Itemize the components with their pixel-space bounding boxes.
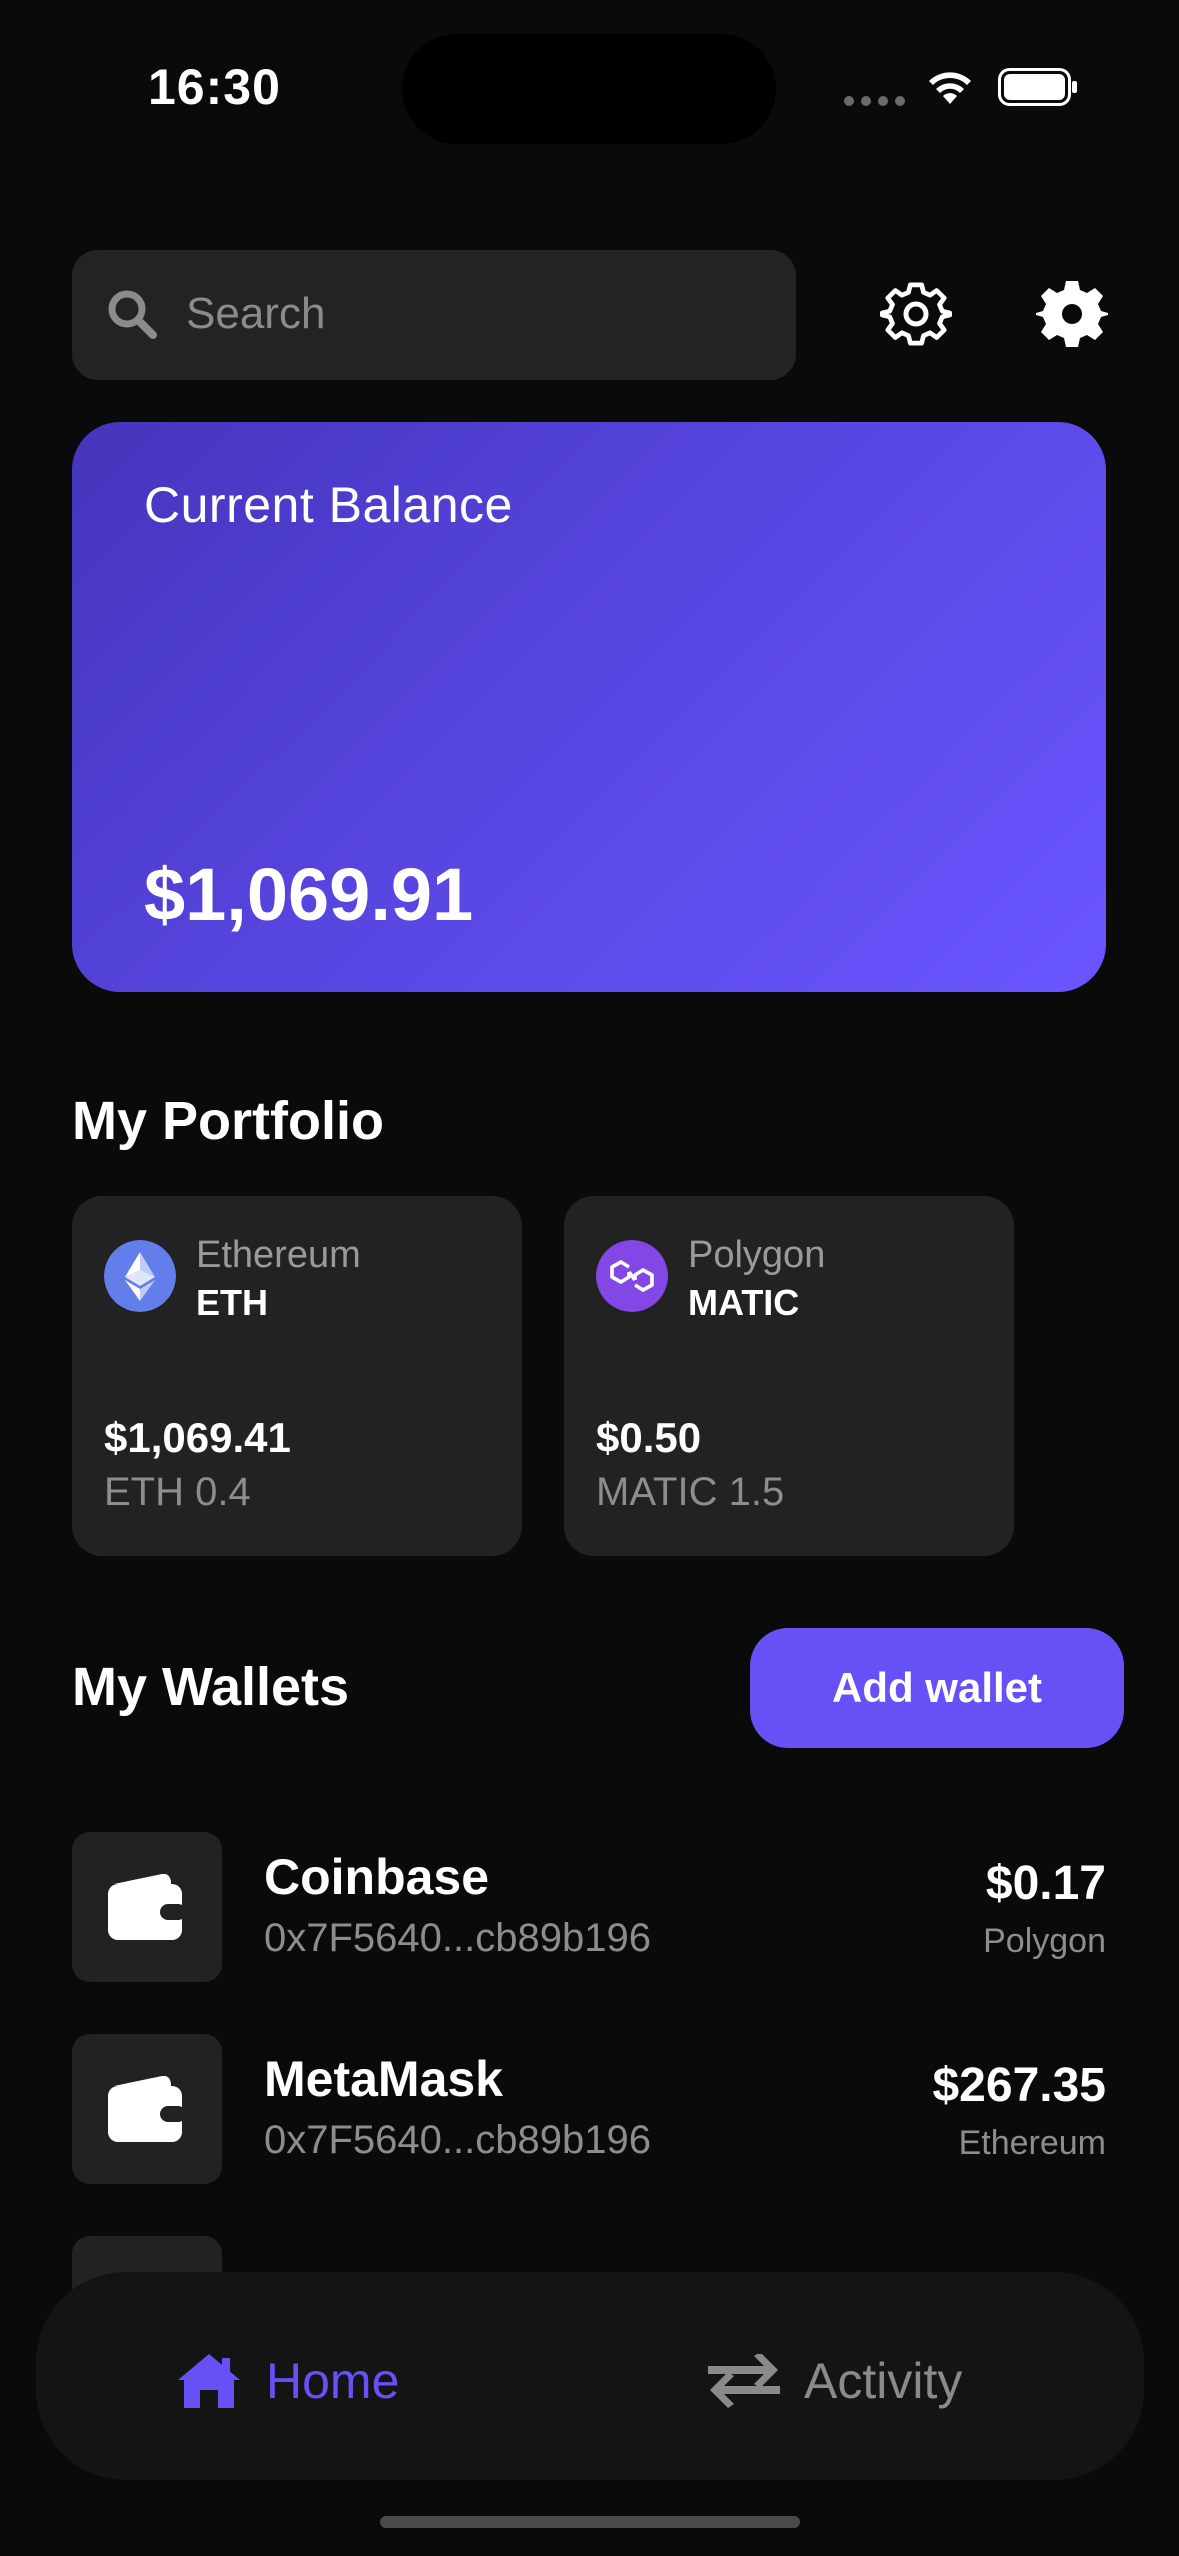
polygon-icon bbox=[596, 1240, 668, 1312]
wallet-amount: $0.17 bbox=[985, 1857, 1106, 1910]
nav-activity-label: Activity bbox=[804, 2353, 963, 2409]
nav-home[interactable]: Home bbox=[176, 2344, 399, 2418]
coin-symbol: MATIC bbox=[688, 1282, 800, 1323]
gear-icon[interactable] bbox=[1036, 278, 1108, 350]
search-icon bbox=[108, 290, 157, 339]
coin-symbol: ETH bbox=[196, 1282, 268, 1323]
nav-activity[interactable]: Activity bbox=[708, 2344, 962, 2418]
balance-value: $1,069.91 bbox=[144, 853, 474, 936]
dynamic-island bbox=[402, 34, 776, 144]
wifi-icon bbox=[929, 72, 971, 104]
portfolio-card-polygon[interactable]: Polygon MATIC $0.50 MATIC 1.5 bbox=[564, 1196, 1014, 1556]
status-time: 16:30 bbox=[148, 59, 281, 115]
add-wallet-button[interactable]: Add wallet bbox=[750, 1628, 1124, 1748]
wallet-network: Polygon bbox=[983, 1922, 1106, 1960]
coin-amount: MATIC 1.5 bbox=[596, 1470, 785, 1514]
wallet-icon-container bbox=[72, 1832, 222, 1982]
coin-name: Ethereum bbox=[196, 1234, 361, 1276]
coin-usd-value: $1,069.41 bbox=[104, 1414, 291, 1461]
swap-arrows-icon bbox=[708, 2354, 780, 2408]
wallet-name: MetaMask bbox=[264, 2051, 503, 2107]
wallet-row-metamask[interactable]: MetaMask 0x7F5640...cb89b196 $267.35 Eth… bbox=[72, 2034, 1106, 2184]
gear-outline-icon[interactable] bbox=[880, 278, 952, 350]
wallet-address: 0x7F5640...cb89b196 bbox=[264, 2118, 651, 2162]
wallets-title: My Wallets bbox=[72, 1657, 350, 1717]
wallet-icon bbox=[108, 1874, 186, 1940]
battery-icon bbox=[998, 68, 1077, 106]
coin-amount: ETH 0.4 bbox=[104, 1470, 251, 1514]
ethereum-icon bbox=[104, 1240, 176, 1312]
portfolio-card-ethereum[interactable]: Ethereum ETH $1,069.41 ETH 0.4 bbox=[72, 1196, 522, 1556]
balance-label: Current Balance bbox=[144, 477, 513, 533]
coin-usd-value: $0.50 bbox=[596, 1414, 702, 1461]
wallet-network: Ethereum bbox=[958, 2124, 1106, 2162]
wallet-icon-container bbox=[72, 2034, 222, 2184]
wallet-address: 0x7F5640...cb89b196 bbox=[264, 1916, 651, 1960]
home-icon bbox=[178, 2354, 240, 2408]
coin-name: Polygon bbox=[688, 1234, 826, 1276]
nav-home-label: Home bbox=[266, 2353, 400, 2409]
wallet-name: Coinbase bbox=[264, 1849, 490, 1905]
search-bar[interactable] bbox=[72, 250, 796, 380]
home-indicator bbox=[380, 2516, 800, 2528]
wallet-icon bbox=[108, 2076, 186, 2142]
wallet-amount: $267.35 bbox=[932, 2059, 1106, 2112]
portfolio-title: My Portfolio bbox=[72, 1091, 384, 1151]
cellular-signal-icon bbox=[844, 96, 906, 106]
wallet-row-coinbase[interactable]: Coinbase 0x7F5640...cb89b196 $0.17 Polyg… bbox=[72, 1832, 1106, 1982]
search-input[interactable]: Search bbox=[186, 286, 325, 342]
